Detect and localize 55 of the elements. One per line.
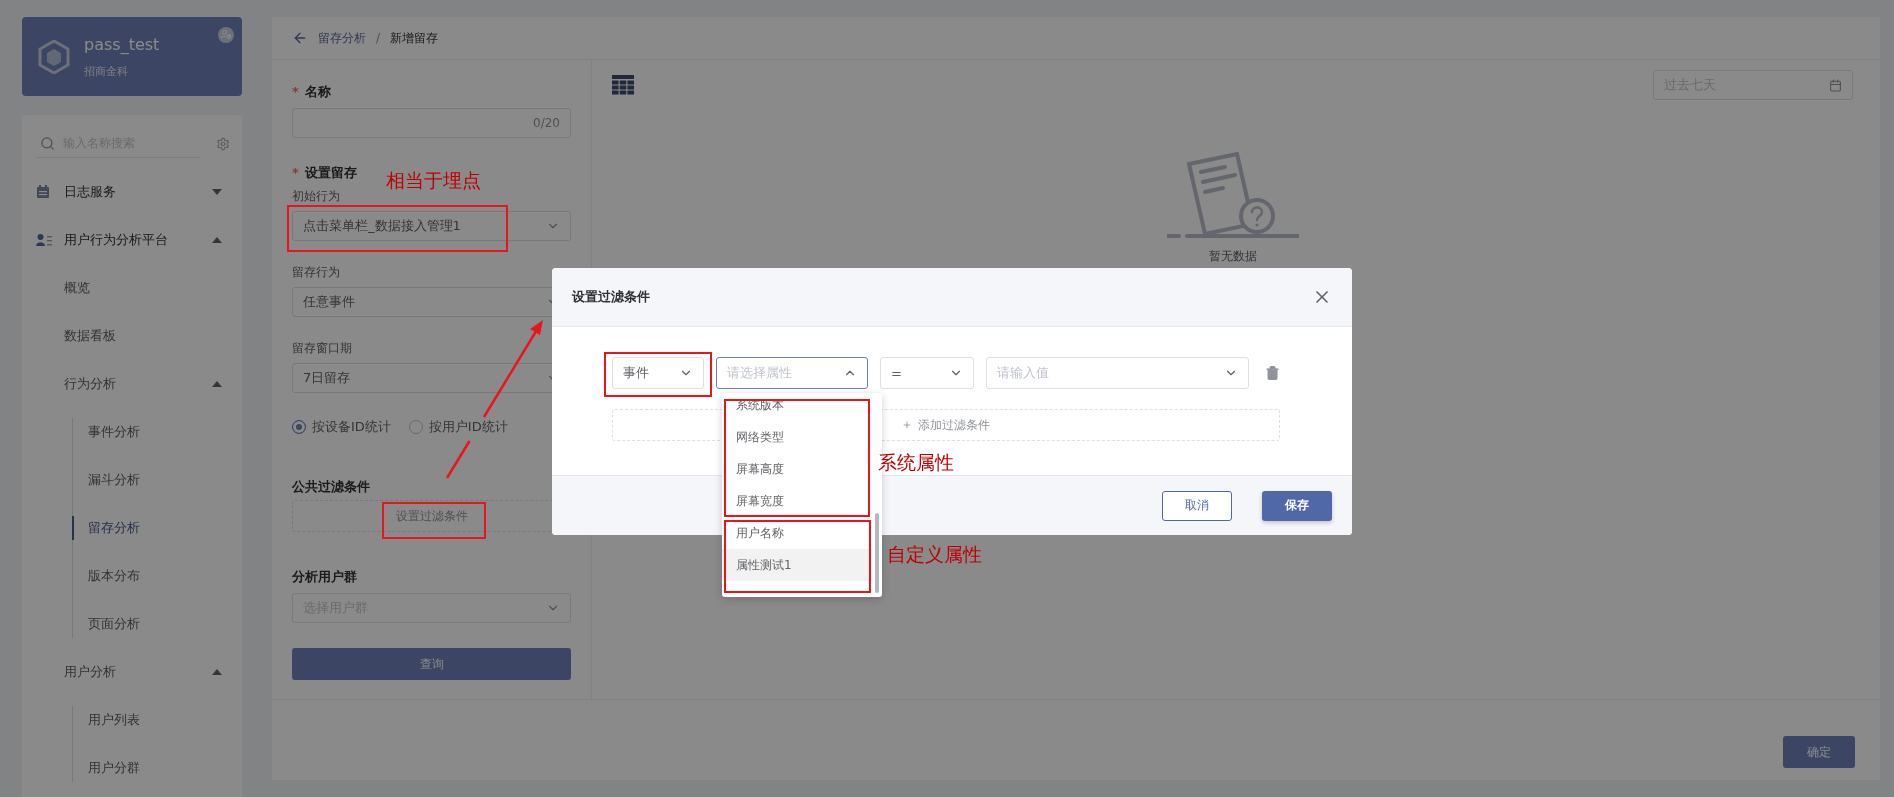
section-label: 公共过滤条件 (292, 478, 370, 496)
user-settings-icon[interactable] (218, 27, 234, 43)
radio-option[interactable]: 按设备ID统计 (292, 418, 391, 436)
trash-icon[interactable] (1264, 365, 1280, 381)
breadcrumb-separator: / (376, 31, 381, 45)
breadcrumb-link[interactable]: 留存分析 (318, 29, 366, 47)
annotation-text: 系统属性 (878, 450, 954, 475)
annotation-text: 相当于埋点 (386, 168, 481, 193)
radio-dot[interactable] (292, 420, 306, 434)
field-label: 初始行为 (292, 188, 341, 205)
menu-item[interactable]: 数据看板 (22, 312, 242, 360)
scrollbar-thumb[interactable] (875, 513, 879, 593)
plus-icon (902, 420, 912, 430)
app-name: pass_test (84, 34, 160, 54)
menu-item[interactable]: 版本分布 (22, 552, 242, 600)
menu-item[interactable]: 行为分析 (22, 360, 242, 408)
settings-icon[interactable] (216, 137, 230, 151)
radio-option[interactable]: 按用户ID统计 (408, 418, 508, 436)
section-label: * 设置留存 (292, 164, 357, 182)
section-label: 分析用户群 (292, 568, 357, 586)
menu-item[interactable]: 漏斗分析 (22, 456, 242, 504)
menu-item[interactable]: 日志服务 (22, 168, 242, 216)
field-label: * 名称 (292, 83, 331, 101)
table-icon[interactable] (612, 75, 634, 95)
menu-item[interactable]: 事件分析 (22, 408, 242, 456)
calendar-icon (36, 185, 50, 199)
menu-item[interactable]: 留存分析 (22, 504, 242, 552)
confirm-button[interactable]: 确定 (1783, 736, 1855, 768)
empty-state-text: 暂无数据 (1208, 248, 1257, 265)
menu-item[interactable]: 用户分析 (22, 648, 242, 696)
field-label: 留存行为 (292, 264, 341, 281)
menu-item[interactable]: 用户行为分析平台 (22, 216, 242, 264)
back-arrow-icon[interactable] (292, 30, 308, 46)
menu-item[interactable]: 页面分析 (22, 600, 242, 648)
type-select[interactable]: 事件 (612, 357, 704, 389)
menu-item[interactable]: 概览 (22, 264, 242, 312)
save-button[interactable]: 保存 (1262, 490, 1332, 521)
select-field[interactable]: 点击菜单栏_数据接入管理1 (292, 211, 571, 241)
field-label: 留存窗口期 (292, 340, 353, 357)
name-input[interactable]: 0/20 (292, 108, 571, 138)
cancel-button[interactable]: 取消 (1162, 490, 1232, 521)
query-button[interactable]: 查询 (292, 648, 571, 680)
menu-item[interactable]: 用户分群 (22, 744, 242, 792)
breadcrumb-current: 新增留存 (390, 29, 439, 47)
cube-logo-icon (38, 39, 70, 74)
operator-select[interactable]: = (879, 357, 974, 389)
search-icon (40, 136, 55, 151)
annotation-text: 自定义属性 (887, 542, 982, 567)
dialog-title: 设置过滤条件 (572, 288, 650, 306)
calendar-icon (1829, 78, 1842, 92)
radio-dot[interactable] (408, 420, 423, 434)
menu-item[interactable]: 用户列表 (22, 696, 242, 744)
user-list-icon (36, 233, 52, 247)
selection-indicator (72, 516, 74, 540)
dropdown-option[interactable]: 属性测试1 (722, 549, 872, 581)
